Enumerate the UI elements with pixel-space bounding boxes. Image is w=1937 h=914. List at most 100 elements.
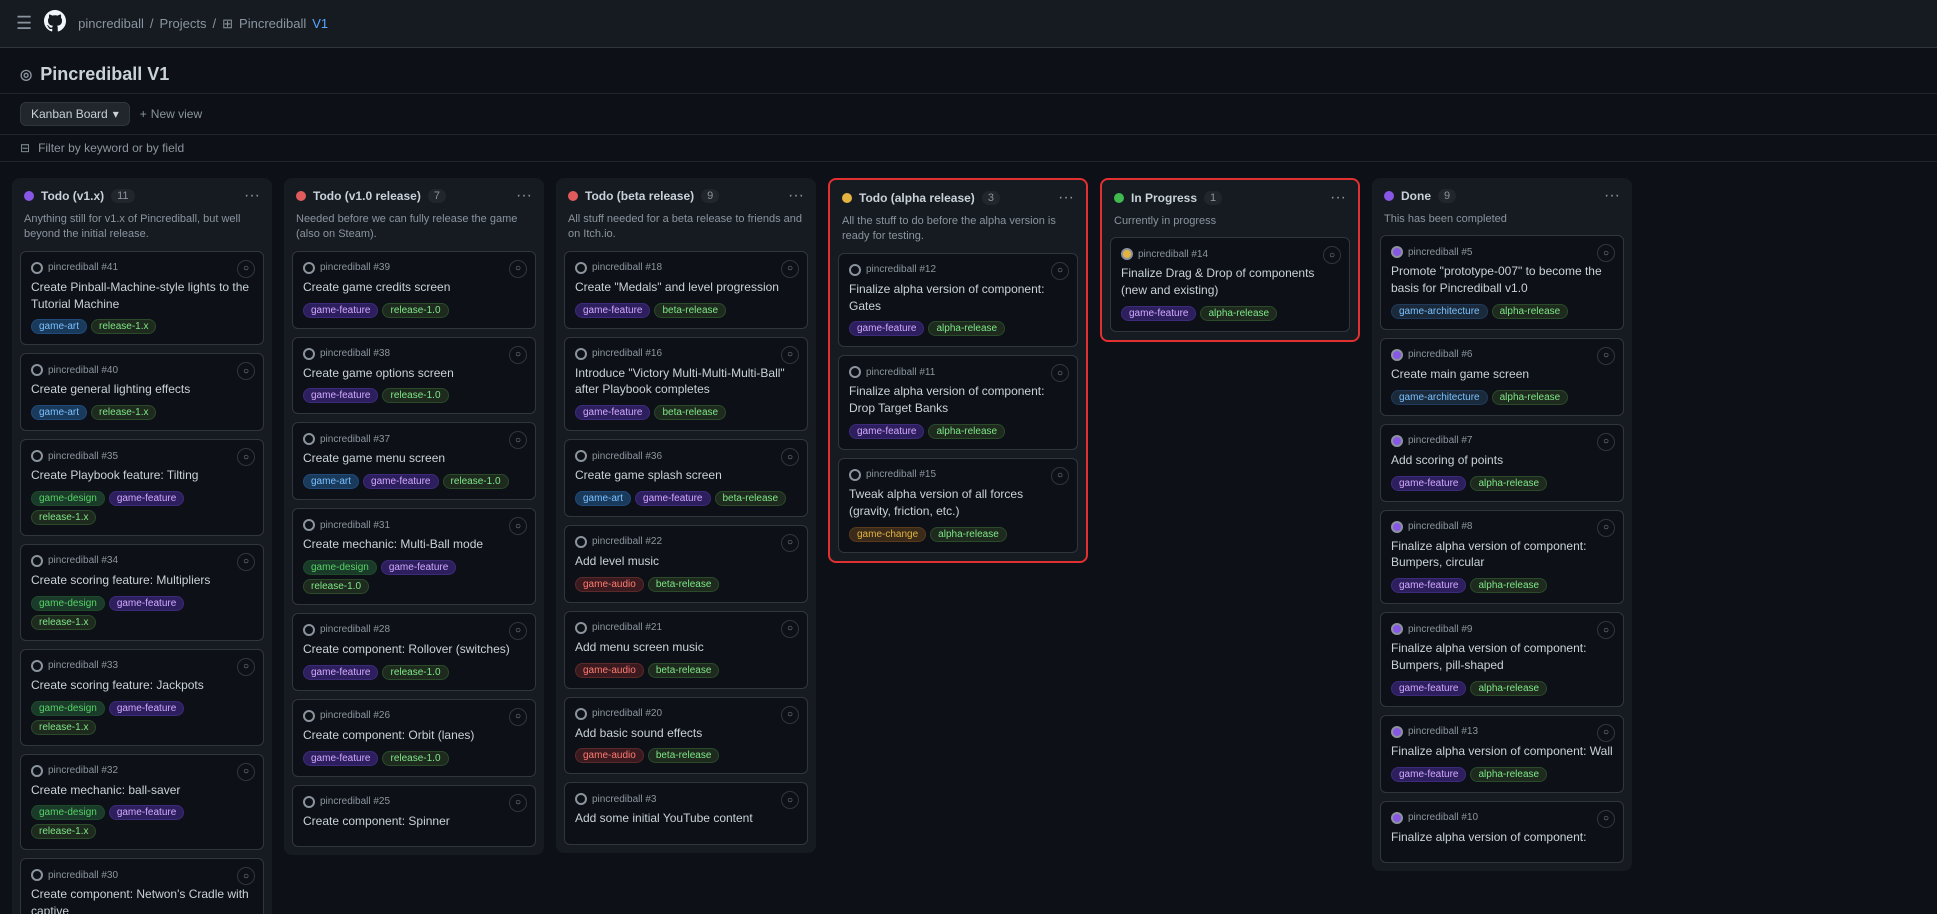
- card-3[interactable]: ○pincrediball #3Add some initial YouTube…: [564, 782, 808, 845]
- card-6[interactable]: ○pincrediball #6Create main game screeng…: [1380, 338, 1624, 416]
- column-menu-todo-v10[interactable]: ···: [516, 188, 532, 204]
- card-28[interactable]: ○pincrediball #28Create component: Rollo…: [292, 613, 536, 691]
- card-13[interactable]: ○pincrediball #13Finalize alpha version …: [1380, 715, 1624, 793]
- tag-release-1x-33: release-1.x: [31, 720, 96, 735]
- card-status-button-13[interactable]: ○: [1597, 724, 1615, 742]
- card-33[interactable]: ○pincrediball #33Create scoring feature:…: [20, 649, 264, 746]
- card-36[interactable]: ○pincrediball #36Create game splash scre…: [564, 439, 808, 517]
- card-32[interactable]: ○pincrediball #32Create mechanic: ball-s…: [20, 754, 264, 851]
- card-status-button-18[interactable]: ○: [781, 260, 799, 278]
- card-status-button-21[interactable]: ○: [781, 620, 799, 638]
- card-35[interactable]: ○pincrediball #35Create Playbook feature…: [20, 439, 264, 536]
- card-39[interactable]: ○pincrediball #39Create game credits scr…: [292, 251, 536, 329]
- card-status-button-15[interactable]: ○: [1051, 467, 1069, 485]
- card-38[interactable]: ○pincrediball #38Create game options scr…: [292, 337, 536, 415]
- kanban-board-view-button[interactable]: Kanban Board ▾: [20, 102, 130, 126]
- board-icon: ⊞: [222, 16, 233, 32]
- card-status-button-38[interactable]: ○: [509, 346, 527, 364]
- tag-game-feature-8: game-feature: [1391, 578, 1466, 593]
- card-16[interactable]: ○pincrediball #16Introduce "Victory Mult…: [564, 337, 808, 432]
- card-15[interactable]: ○pincrediball #15Tweak alpha version of …: [838, 458, 1078, 553]
- card-7[interactable]: ○pincrediball #7Add scoring of pointsgam…: [1380, 424, 1624, 502]
- card-title-13: Finalize alpha version of component: Wal…: [1391, 743, 1613, 760]
- column-menu-todo-beta[interactable]: ···: [788, 188, 804, 204]
- card-5[interactable]: ○pincrediball #5Promote "prototype-007" …: [1380, 235, 1624, 330]
- card-status-button-7[interactable]: ○: [1597, 433, 1615, 451]
- tag-alpha-release-13: alpha-release: [1470, 767, 1547, 782]
- column-menu-todo-alpha[interactable]: ···: [1058, 190, 1074, 206]
- breadcrumb-org-link[interactable]: pincrediball: [78, 16, 144, 31]
- card-tags-13: game-featurealpha-release: [1391, 767, 1613, 782]
- card-status-button-36[interactable]: ○: [781, 448, 799, 466]
- card-26[interactable]: ○pincrediball #26Create component: Orbit…: [292, 699, 536, 777]
- card-status-button-9[interactable]: ○: [1597, 621, 1615, 639]
- column-todo-v1x: Todo (v1.x)11···Anything still for v1.x …: [12, 178, 272, 914]
- column-menu-done[interactable]: ···: [1604, 188, 1620, 204]
- card-status-button-16[interactable]: ○: [781, 346, 799, 364]
- card-status-button-37[interactable]: ○: [509, 431, 527, 449]
- card-status-button-33[interactable]: ○: [237, 658, 255, 676]
- card-status-button-40[interactable]: ○: [237, 362, 255, 380]
- card-20[interactable]: ○pincrediball #20Add basic sound effects…: [564, 697, 808, 775]
- card-status-button-10[interactable]: ○: [1597, 810, 1615, 828]
- tag-release-10-39: release-1.0: [382, 303, 448, 318]
- card-status-button-30[interactable]: ○: [237, 867, 255, 885]
- tag-release-10-37: release-1.0: [443, 474, 509, 489]
- card-18[interactable]: ○pincrediball #18Create "Medals" and lev…: [564, 251, 808, 329]
- card-status-button-5[interactable]: ○: [1597, 244, 1615, 262]
- card-22[interactable]: ○pincrediball #22Add level musicgame-aud…: [564, 525, 808, 603]
- card-status-button-35[interactable]: ○: [237, 448, 255, 466]
- card-10[interactable]: ○pincrediball #10Finalize alpha version …: [1380, 801, 1624, 864]
- card-status-button-6[interactable]: ○: [1597, 347, 1615, 365]
- column-title-todo-alpha: Todo (alpha release): [859, 191, 975, 205]
- card-40[interactable]: ○pincrediball #40Create general lighting…: [20, 353, 264, 431]
- card-status-button-12[interactable]: ○: [1051, 262, 1069, 280]
- card-status-button-34[interactable]: ○: [237, 553, 255, 571]
- card-meta-text-12: pincrediball #12: [866, 264, 936, 275]
- card-status-button-39[interactable]: ○: [509, 260, 527, 278]
- card-status-button-25[interactable]: ○: [509, 794, 527, 812]
- card-30[interactable]: ○pincrediball #30Create component: Netwo…: [20, 858, 264, 914]
- card-status-button-14[interactable]: ○: [1323, 246, 1341, 264]
- column-todo-beta: Todo (beta release)9···All stuff needed …: [556, 178, 816, 853]
- card-status-button-32[interactable]: ○: [237, 763, 255, 781]
- card-meta-text-7: pincrediball #7: [1408, 435, 1473, 446]
- card-status-button-41[interactable]: ○: [237, 260, 255, 278]
- card-tags-16: game-featurebeta-release: [575, 405, 797, 420]
- card-21[interactable]: ○pincrediball #21Add menu screen musicga…: [564, 611, 808, 689]
- card-status-button-22[interactable]: ○: [781, 534, 799, 552]
- card-tags-26: game-featurerelease-1.0: [303, 751, 525, 766]
- card-tags-28: game-featurerelease-1.0: [303, 665, 525, 680]
- hamburger-menu-icon[interactable]: ☰: [16, 13, 32, 34]
- card-9[interactable]: ○pincrediball #9Finalize alpha version o…: [1380, 612, 1624, 707]
- breadcrumb-projects-link[interactable]: Projects: [160, 16, 207, 31]
- card-34[interactable]: ○pincrediball #34Create scoring feature:…: [20, 544, 264, 641]
- card-14[interactable]: ○pincrediball #14Finalize Drag & Drop of…: [1110, 237, 1350, 332]
- card-8[interactable]: ○pincrediball #8Finalize alpha version o…: [1380, 510, 1624, 605]
- card-title-20: Add basic sound effects: [575, 725, 797, 742]
- card-meta-text-25: pincrediball #25: [320, 796, 390, 807]
- card-status-button-8[interactable]: ○: [1597, 519, 1615, 537]
- breadcrumb: pincrediball / Projects / ⊞ Pincrediball…: [78, 16, 328, 32]
- tag-game-audio-21: game-audio: [575, 663, 644, 678]
- tag-game-feature-33: game-feature: [109, 701, 184, 716]
- new-view-button[interactable]: + New view: [140, 107, 202, 121]
- card-12[interactable]: ○pincrediball #12Finalize alpha version …: [838, 253, 1078, 348]
- card-41[interactable]: ○pincrediball #41Create Pinball-Machine-…: [20, 251, 264, 346]
- card-status-button-26[interactable]: ○: [509, 708, 527, 726]
- card-status-button-11[interactable]: ○: [1051, 364, 1069, 382]
- card-status-button-20[interactable]: ○: [781, 706, 799, 724]
- column-menu-todo-v1x[interactable]: ···: [244, 188, 260, 204]
- card-37[interactable]: ○pincrediball #37Create game menu screen…: [292, 422, 536, 500]
- card-title-34: Create scoring feature: Multipliers: [31, 572, 253, 589]
- card-title-7: Add scoring of points: [1391, 452, 1613, 469]
- card-status-button-3[interactable]: ○: [781, 791, 799, 809]
- card-31[interactable]: ○pincrediball #31Create mechanic: Multi-…: [292, 508, 536, 605]
- column-menu-in-progress[interactable]: ···: [1330, 190, 1346, 206]
- tag-release-1x-41: release-1.x: [91, 319, 156, 334]
- card-status-button-31[interactable]: ○: [509, 517, 527, 535]
- card-status-button-28[interactable]: ○: [509, 622, 527, 640]
- column-count-todo-alpha: 3: [982, 191, 1000, 205]
- card-11[interactable]: ○pincrediball #11Finalize alpha version …: [838, 355, 1078, 450]
- card-25[interactable]: ○pincrediball #25Create component: Spinn…: [292, 785, 536, 848]
